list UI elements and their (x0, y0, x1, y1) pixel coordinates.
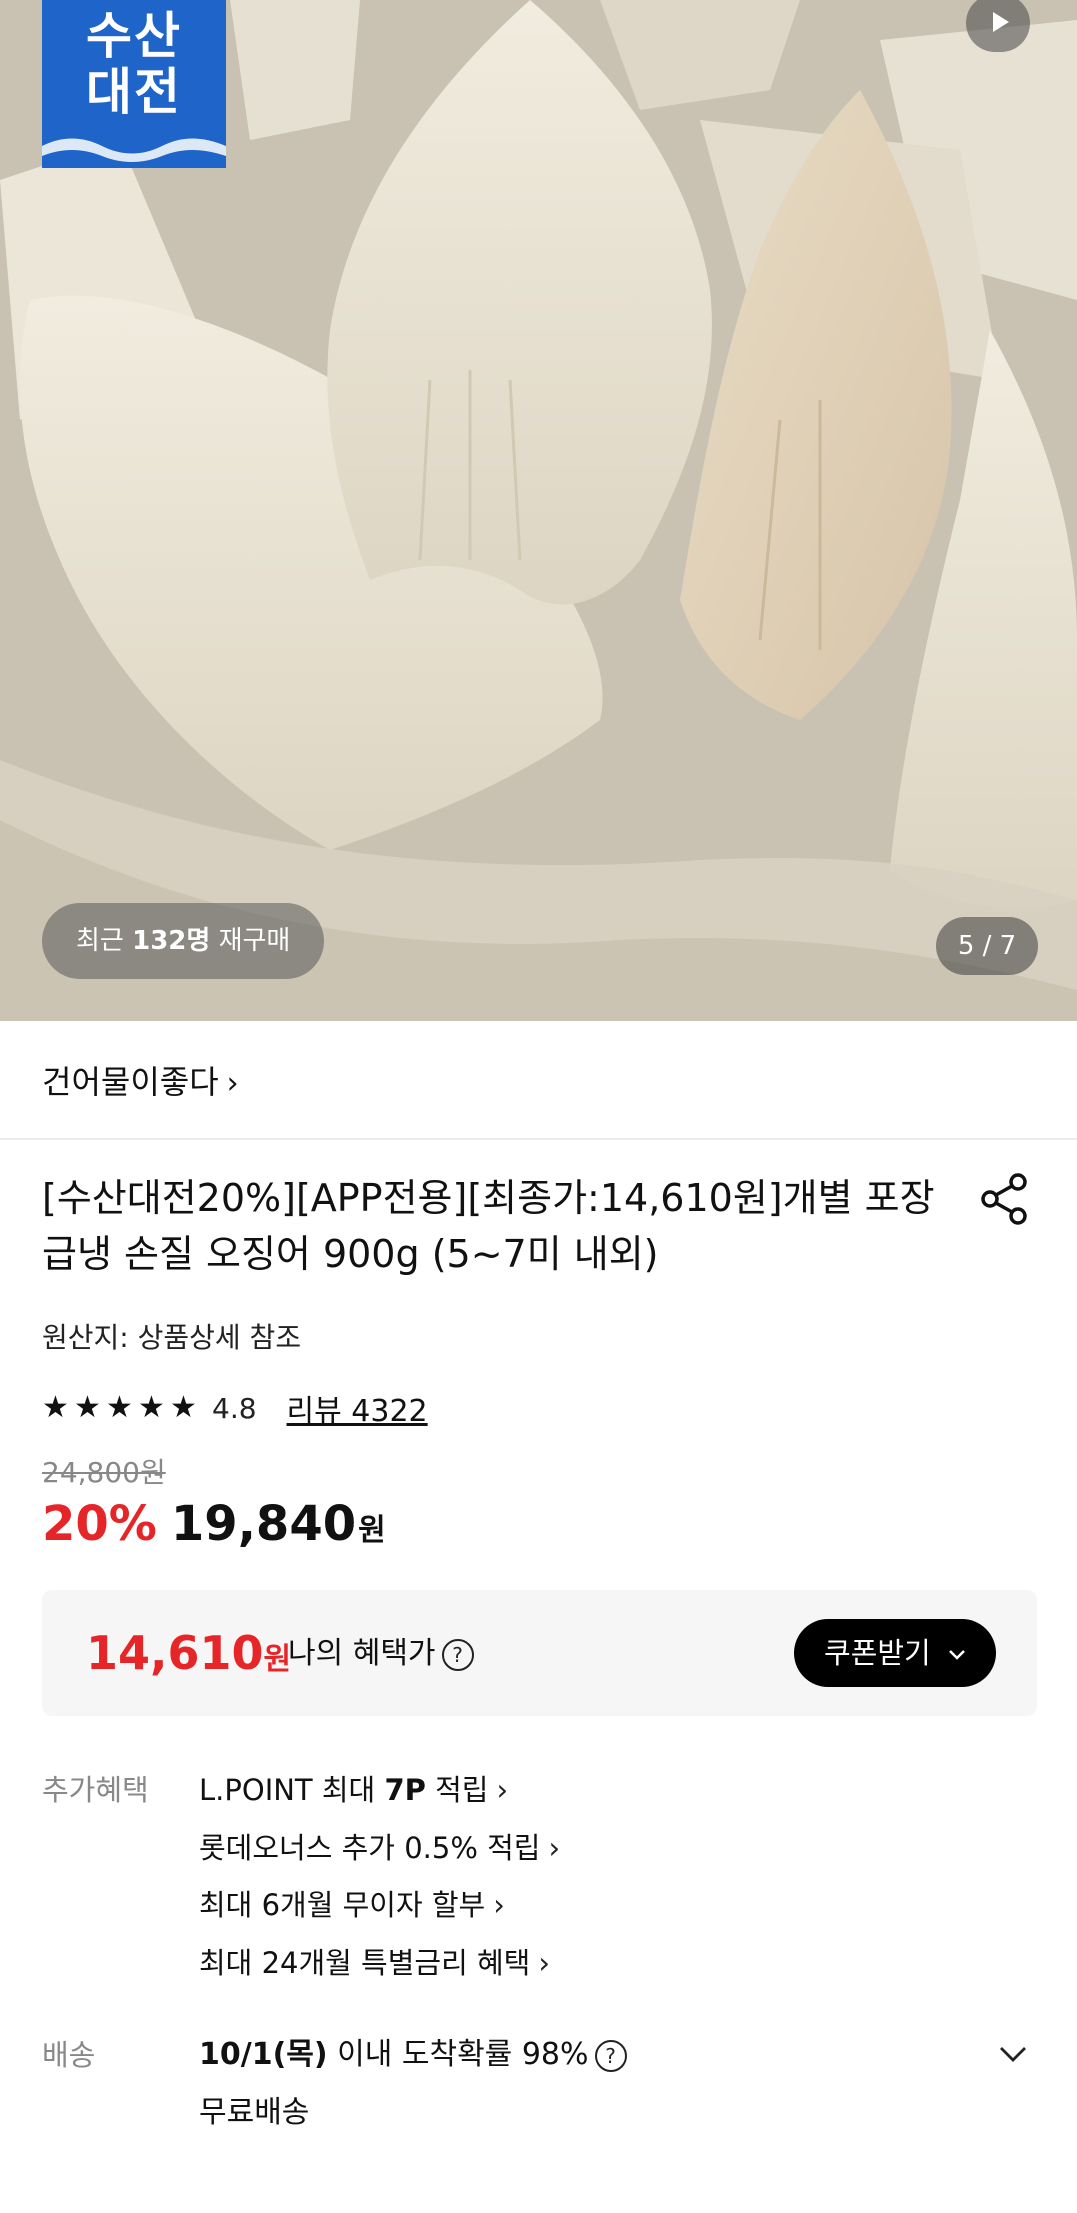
star-icon: ★ (170, 1390, 197, 1425)
benefit-text: 최대 24개월 특별금리 혜택 (199, 1945, 531, 1980)
benefit-highlight: 7P (384, 1773, 426, 1807)
rebuy-suffix: 재구매 (210, 926, 291, 956)
help-icon[interactable]: ? (594, 2039, 627, 2072)
rating-row: ★ ★ ★ ★ ★ 4.8 리뷰 4322 (42, 1386, 428, 1430)
extra-benefits-label: 추가혜택 (42, 1773, 149, 1807)
star-icon: ★ (106, 1390, 133, 1425)
benefit-text: 롯데오너스 추가 0.5% 적립 (199, 1830, 541, 1865)
extra-benefit-installment[interactable]: 최대 6개월 무이자 할부 › (199, 1885, 560, 1943)
star-rating: ★ ★ ★ ★ ★ (42, 1388, 202, 1428)
rebuy-badge: 최근 132명 재구매 (42, 903, 325, 979)
rebuy-prefix: 최근 (76, 926, 133, 956)
rebuy-count: 132명 (132, 926, 211, 956)
product-image-carousel[interactable]: 수산 대전 최근 132명 재구매 5 / 7 (0, 0, 1077, 1021)
brand-badge-line1: 수산 (86, 7, 182, 65)
coupon-download-button[interactable]: 쿠폰받기 (794, 1619, 996, 1687)
benefit-currency: 원 (263, 1642, 292, 1677)
extra-benefit-lpoint[interactable]: L.POINT 최대 7P 적립 › (199, 1770, 560, 1828)
benefit-label-text: 나의 혜택가 (288, 1636, 436, 1671)
image-page-indicator: 5 / 7 (936, 917, 1038, 975)
section-divider (0, 1138, 1077, 1140)
chevron-down-icon[interactable] (996, 2037, 1030, 2071)
price-row: 20% 19,840 원 (42, 1496, 386, 1556)
benefit-label: 나의 혜택가? (288, 1634, 474, 1674)
chevron-right-icon: › (226, 1066, 239, 1101)
benefit-price: 14,610원 (86, 1624, 291, 1689)
chevron-right-icon: › (493, 1888, 505, 1922)
discount-rate: 20% (42, 1496, 157, 1552)
benefit-text: 적립 (425, 1773, 489, 1807)
chevron-right-icon: › (496, 1773, 509, 1807)
chevron-right-icon: › (538, 1945, 550, 1980)
extra-benefits-list: L.POINT 최대 7P 적립 › 롯데오너스 추가 0.5% 적립 › 최대 6… (199, 1770, 560, 2000)
benefit-price-value: 14,610 (86, 1626, 264, 1680)
shipping-eta: 10/1(목) 이내 도착확률 98%? (199, 2035, 627, 2075)
origin-info: 원산지: 상품상세 참조 (42, 1321, 302, 1354)
store-link[interactable]: 건어물이좋다 › (42, 1052, 239, 1112)
star-icon: ★ (74, 1390, 101, 1425)
original-price: 24,800원 (42, 1456, 166, 1489)
brand-badge-logo: 수산 대전 (42, 0, 226, 168)
play-video-button[interactable] (966, 0, 1030, 52)
play-icon (993, 12, 1009, 32)
brand-badge-line2: 대전 (86, 63, 182, 121)
sale-price: 19,840 (170, 1496, 357, 1552)
benefit-text: L.POINT 최대 (199, 1773, 385, 1807)
share-icon[interactable] (978, 1172, 1032, 1226)
star-icon: ★ (42, 1390, 69, 1425)
help-icon[interactable]: ? (441, 1638, 474, 1671)
chevron-down-icon (949, 1650, 965, 1660)
shipping-fee: 무료배송 (199, 2095, 310, 2130)
waves-icon (42, 138, 226, 168)
benefit-text: 최대 6개월 무이자 할부 (199, 1888, 486, 1922)
shipping-eta-text: 이내 도착확률 98% (327, 2037, 589, 2072)
currency-unit: 원 (358, 1513, 386, 1548)
benefit-price-box: 14,610원 나의 혜택가? 쿠폰받기 (42, 1590, 1037, 1716)
product-title: [수산대전20%][APP전용][최종가:14,610원]개별 포장 급냉 손질… (42, 1176, 935, 1276)
extra-benefit-owners[interactable]: 롯데오너스 추가 0.5% 적립 › (199, 1828, 560, 1886)
extra-benefit-special-rate[interactable]: 최대 24개월 특별금리 혜택 › (199, 1943, 560, 2001)
shipping-label: 배송 (42, 2038, 96, 2072)
rating-value: 4.8 (212, 1391, 257, 1425)
coupon-button-label: 쿠폰받기 (824, 1636, 931, 1670)
star-icon: ★ (138, 1390, 165, 1425)
chevron-right-icon: › (548, 1830, 561, 1865)
shipping-date: 10/1(목) (199, 2037, 328, 2072)
review-link[interactable]: 리뷰 4322 (287, 1386, 428, 1430)
store-name: 건어물이좋다 (42, 1063, 219, 1101)
